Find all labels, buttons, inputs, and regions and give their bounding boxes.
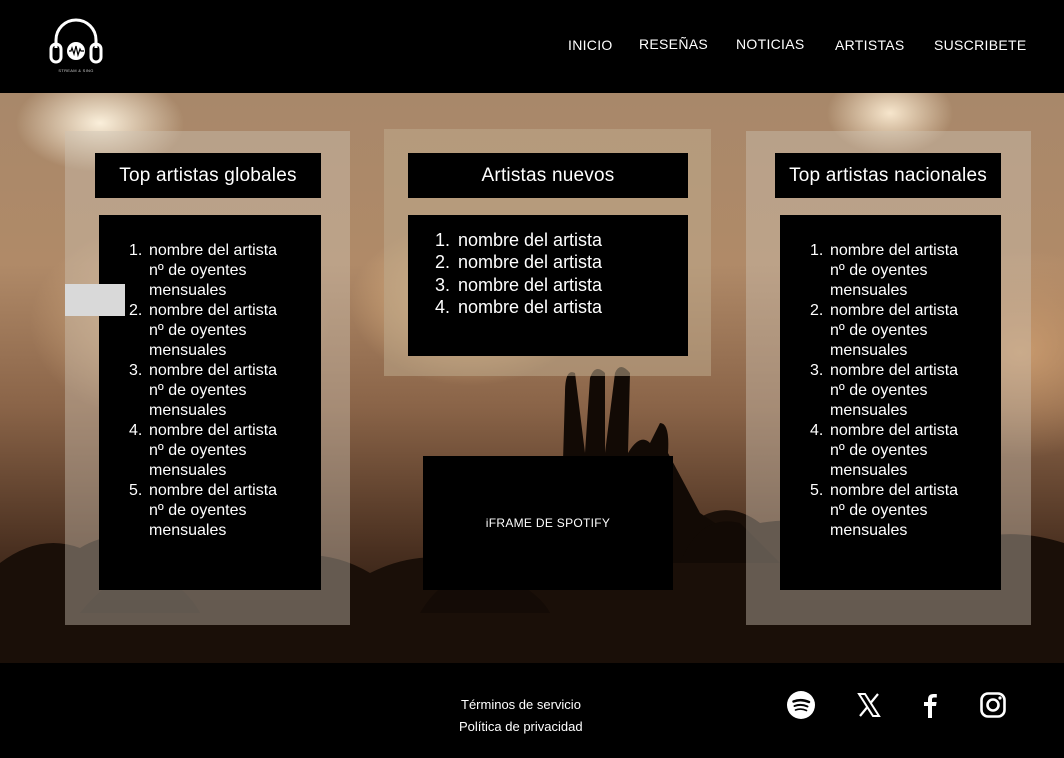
nav-noticias[interactable]: NOTICIAS [736, 36, 805, 52]
facebook-icon[interactable] [915, 690, 945, 720]
list-item[interactable]: nombre del artista [435, 296, 678, 319]
list-item[interactable]: nombre del artista nº de oyentes mensuales [810, 361, 1010, 421]
national-artist-list: nombre del artista nº de oyentes mensuales… [780, 215, 1001, 590]
list-item[interactable]: nombre del artista nº de oyentes mensuales [129, 481, 329, 541]
scroll-tab[interactable] [65, 284, 125, 316]
list-item[interactable]: nombre del artista nº de oyentes mensuales [810, 421, 1010, 481]
x-icon[interactable] [854, 690, 884, 720]
spotify-icon[interactable] [786, 690, 816, 720]
nav-resenas[interactable]: RESEÑAS [639, 36, 708, 52]
spotify-embed[interactable]: iFRAME DE SPOTIFY [423, 456, 673, 590]
privacy-link[interactable]: Política de privacidad [459, 719, 583, 734]
nav-inicio[interactable]: INICIO [568, 37, 613, 53]
list-item[interactable]: nombre del artista nº de oyentes mensuales [810, 241, 1010, 301]
headphones-icon [49, 18, 103, 64]
list-item[interactable]: nombre del artista [435, 251, 678, 274]
list-item[interactable]: nombre del artista [435, 229, 678, 252]
logo-caption: STREAM & SING [58, 68, 94, 73]
site-header: STREAM & SING INICIO RESEÑAS NOTICIAS AR… [0, 0, 1064, 93]
nav-artistas[interactable]: ARTISTAS [835, 37, 905, 53]
list-item[interactable]: nombre del artista nº de oyentes mensuales [810, 481, 1010, 541]
list-item[interactable]: nombre del artista nº de oyentes mensuales [129, 241, 329, 301]
nav-suscribete[interactable]: SUSCRIBETE [934, 37, 1026, 53]
list-item[interactable]: nombre del artista nº de oyentes mensuales [810, 301, 1010, 361]
national-panel-title: Top artistas nacionales [775, 153, 1001, 198]
list-item[interactable]: nombre del artista nº de oyentes mensuales [129, 421, 329, 481]
headphones-logo[interactable]: STREAM & SING [48, 14, 104, 76]
list-item[interactable]: nombre del artista [435, 274, 678, 297]
global-panel-title: Top artistas globales [95, 153, 321, 198]
terms-link[interactable]: Términos de servicio [461, 697, 581, 712]
list-item[interactable]: nombre del artista nº de oyentes mensuales [129, 361, 329, 421]
new-panel-title: Artistas nuevos [408, 153, 688, 198]
new-artist-list: nombre del artista nombre del artista no… [408, 215, 688, 356]
global-artist-list: nombre del artista nº de oyentes mensuales… [99, 215, 321, 590]
list-item[interactable]: nombre del artista nº de oyentes mensuales [129, 301, 329, 361]
instagram-icon[interactable] [978, 690, 1008, 720]
